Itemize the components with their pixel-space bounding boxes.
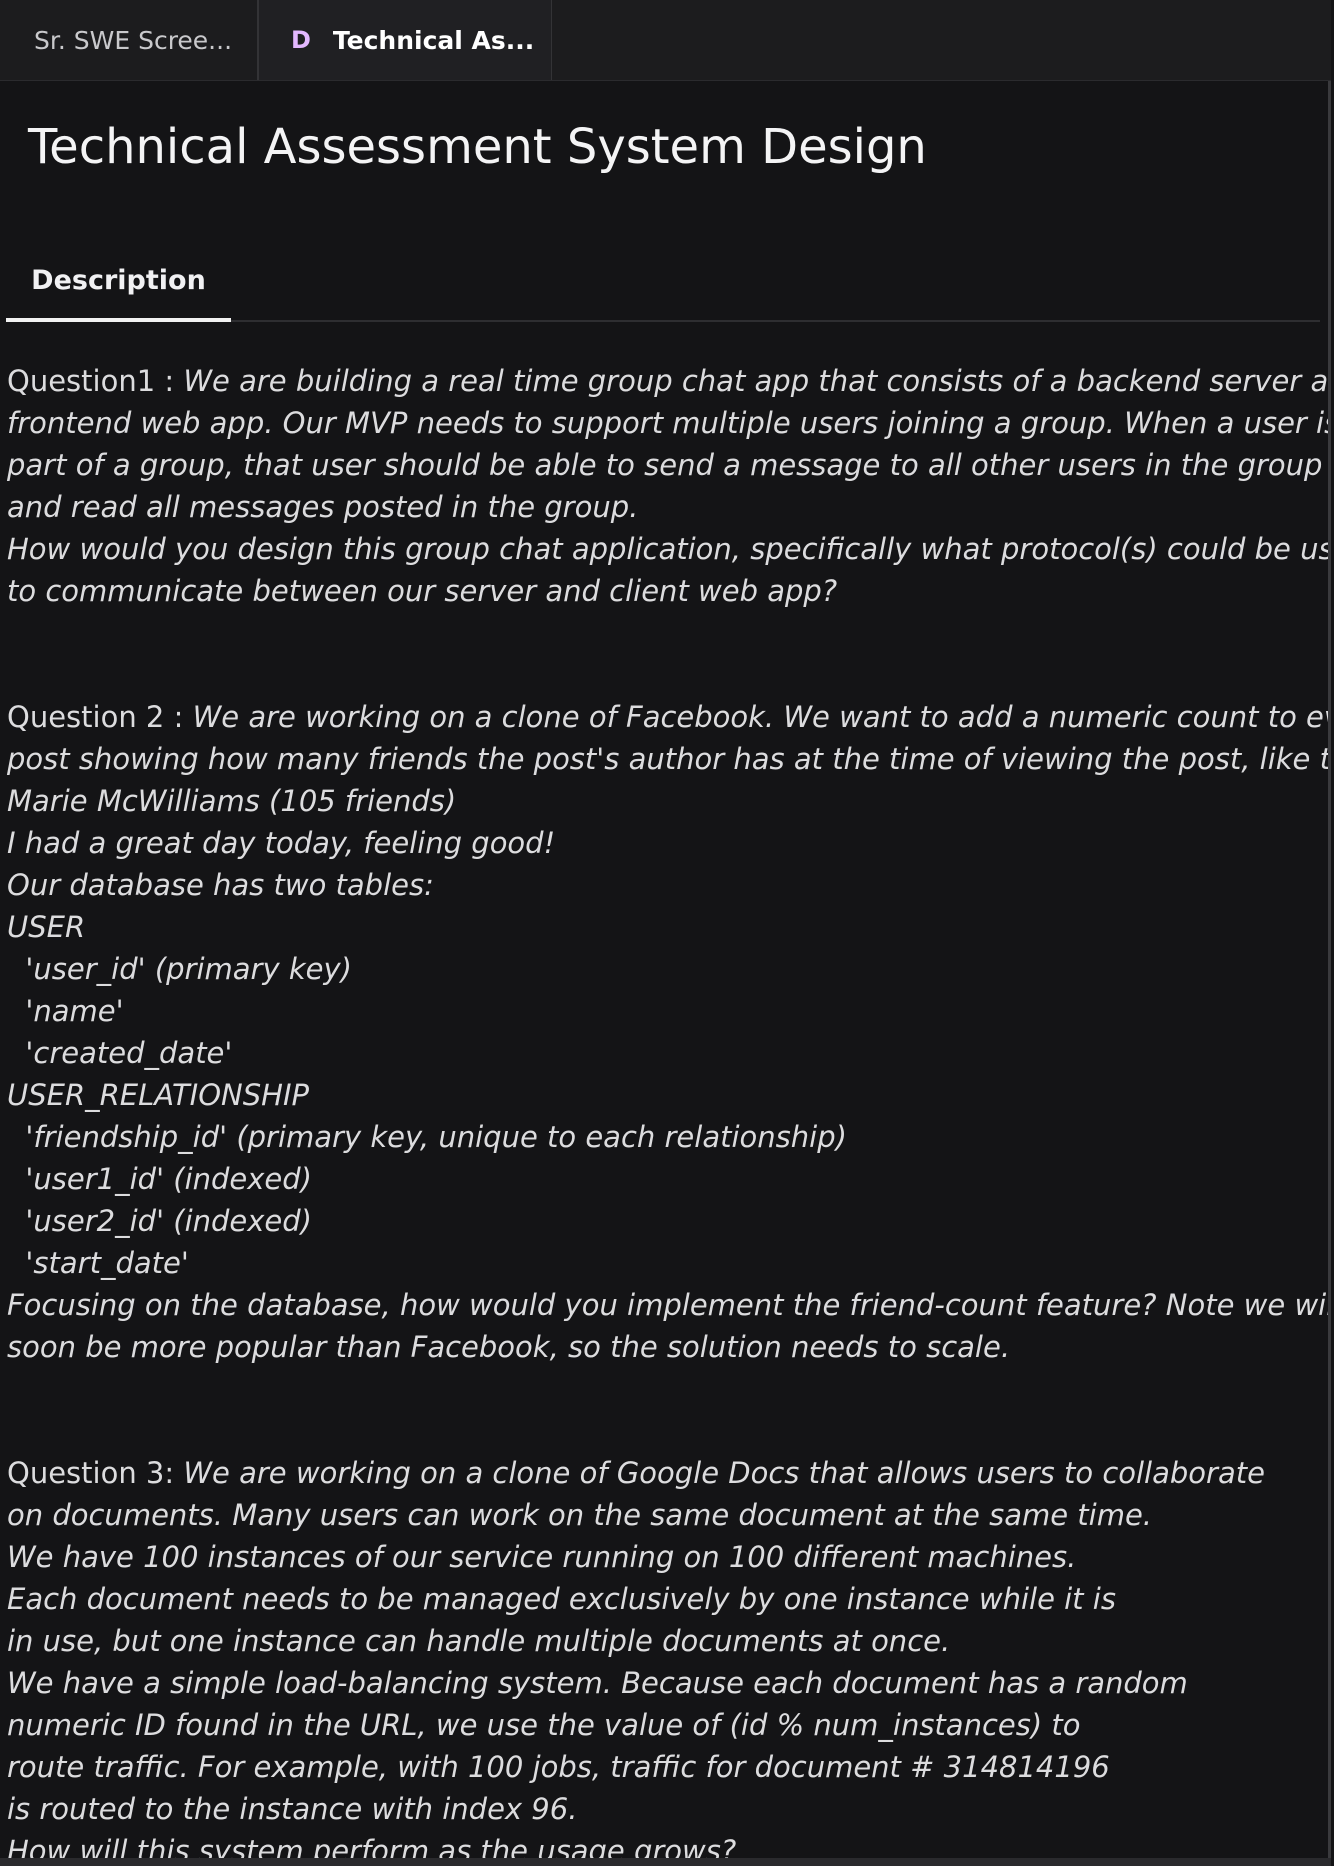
page-title: Technical Assessment System Design (28, 119, 927, 175)
window-bottom-edge (0, 1858, 1331, 1866)
doc-type-badge: D (291, 26, 311, 54)
question-text-line: 'user_id' (primary key) (7, 952, 352, 986)
question-text-line: USER_RELATIONSHIP (7, 1078, 310, 1112)
tab-label: Technical As... (332, 25, 535, 55)
question-text-line: Each document needs to be managed exclus… (7, 1582, 1116, 1616)
tab-description-label: Description (31, 264, 206, 296)
question-text-line: in use, but one instance can handle mult… (7, 1624, 951, 1658)
subtab-bar: Description (6, 242, 1320, 322)
question-label: Question1 : (7, 364, 184, 398)
question-1: Question1 : We are building a real time … (7, 360, 1331, 612)
question-text-line: How would you design this group chat app… (7, 532, 1331, 566)
question-text-line: Focusing on the database, how would you … (7, 1288, 1331, 1322)
question-text-line: 'user1_id' (indexed) (7, 1162, 312, 1196)
question-text-line: route traffic. For example, with 100 job… (7, 1750, 1110, 1784)
question-text-line: on documents. Many users can work on the… (7, 1498, 1153, 1532)
main-panel: Sr. SWE Scree... D Technical As... Techn… (0, 0, 1331, 1866)
question-text-line: is routed to the instance with index 96. (7, 1792, 578, 1826)
question-text-line: Marie McWilliams (105 friends) (7, 784, 457, 818)
question-text-line: We have 100 instances of our service run… (7, 1540, 1077, 1574)
question-text-line: 'start_date' (7, 1246, 189, 1280)
question-text-line: We have a simple load-balancing system. … (7, 1666, 1188, 1700)
question-text-line: Our database has two tables: (7, 868, 434, 902)
question-text-line: 'name' (7, 994, 124, 1028)
question-text-line: I had a great day today, feeling good! (7, 826, 556, 860)
question-2: Question 2 : We are working on a clone o… (7, 696, 1331, 1368)
question-label: Question 2 : (7, 700, 193, 734)
tab-label: Sr. SWE Scree... (34, 25, 233, 55)
question-text-line: post showing how many friends the post's… (7, 742, 1331, 776)
question-text-line: soon be more popular than Facebook, so t… (7, 1330, 1011, 1364)
question-text-line: We are building a real time group chat a… (183, 364, 1331, 398)
question-text-line: part of a group, that user should be abl… (7, 448, 1323, 482)
question-text-line: frontend web app. Our MVP needs to suppo… (7, 406, 1331, 440)
question-text-line: and read all messages posted in the grou… (7, 490, 639, 524)
question-label: Question 3: (7, 1456, 184, 1490)
panel-border (1328, 81, 1331, 1866)
tab-sr-swe-screen[interactable]: Sr. SWE Scree... (0, 0, 258, 80)
question-text-line: USER (7, 910, 86, 944)
description-content: Question1 : We are building a real time … (7, 360, 1331, 1866)
question-text-line: We are working on a clone of Facebook. W… (192, 700, 1331, 734)
question-3: Question 3: We are working on a clone of… (7, 1452, 1327, 1866)
tab-bar: Sr. SWE Scree... D Technical As... (0, 0, 1331, 81)
tab-description[interactable]: Description (6, 242, 231, 322)
question-text-line: to communicate between our server and cl… (7, 574, 838, 608)
question-text-line: 'user2_id' (indexed) (7, 1204, 312, 1238)
question-text-line: We are working on a clone of Google Docs… (183, 1456, 1265, 1490)
question-text-line: numeric ID found in the URL, we use the … (7, 1708, 1081, 1742)
question-text-line: 'friendship_id' (primary key, unique to … (7, 1120, 847, 1154)
question-text-line: 'created_date' (7, 1036, 233, 1070)
tab-technical-assessment[interactable]: D Technical As... (258, 0, 552, 80)
